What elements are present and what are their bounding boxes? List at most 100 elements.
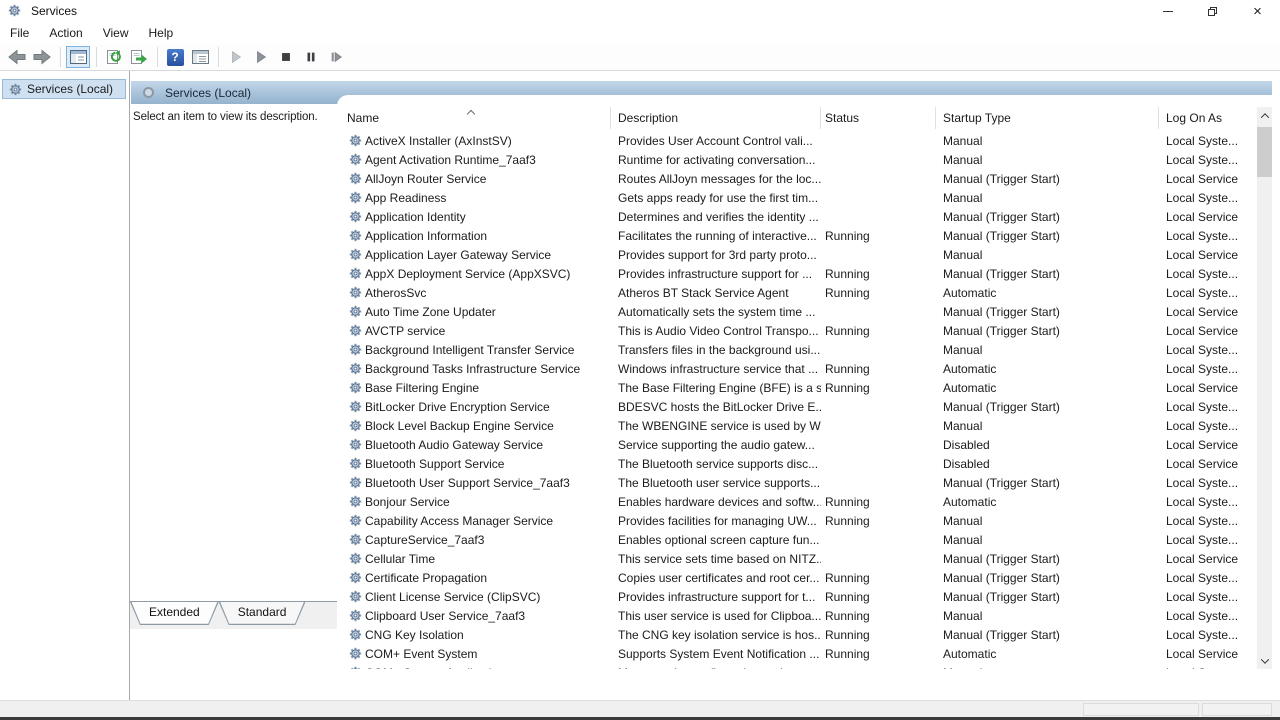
service-logon-cell: Local Syste... bbox=[1159, 590, 1257, 604]
service-row[interactable]: Bluetooth User Support Service_7aaf3 The… bbox=[337, 473, 1257, 492]
service-row[interactable]: Application Information Facilitates the … bbox=[337, 226, 1257, 245]
tab-extended[interactable]: Extended bbox=[130, 602, 219, 625]
service-gear-icon bbox=[349, 495, 362, 508]
column-header-name[interactable]: Name bbox=[337, 107, 611, 129]
menu-action[interactable]: Action bbox=[39, 24, 92, 42]
service-name-cell: AppX Deployment Service (AppXSVC) bbox=[337, 267, 611, 281]
tab-standard[interactable]: Standard bbox=[219, 602, 306, 625]
service-gear-icon bbox=[349, 590, 362, 603]
column-header-log-on-as[interactable]: Log On As bbox=[1159, 107, 1257, 129]
menu-view[interactable]: View bbox=[93, 24, 139, 42]
service-row[interactable]: Cellular Time This service sets time bas… bbox=[337, 549, 1257, 568]
service-logon-cell: Local Syste... bbox=[1159, 419, 1257, 433]
service-row[interactable]: Auto Time Zone Updater Automatically set… bbox=[337, 302, 1257, 321]
service-row[interactable]: CNG Key Isolation The CNG key isolation … bbox=[337, 625, 1257, 644]
column-header-status[interactable]: Status bbox=[821, 107, 936, 129]
service-status-cell: Running bbox=[821, 590, 936, 604]
start-service-button[interactable] bbox=[224, 46, 248, 68]
service-row[interactable]: AppX Deployment Service (AppXSVC) Provid… bbox=[337, 264, 1257, 283]
service-row[interactable]: Application Identity Determines and veri… bbox=[337, 207, 1257, 226]
service-row[interactable]: AVCTP service This is Audio Video Contro… bbox=[337, 321, 1257, 340]
service-gear-icon bbox=[349, 324, 362, 337]
service-row[interactable]: App Readiness Gets apps ready for use th… bbox=[337, 188, 1257, 207]
service-startup-type-cell: Manual (Trigger Start) bbox=[936, 628, 1159, 642]
service-row[interactable]: AtherosSvc Atheros BT Stack Service Agen… bbox=[337, 283, 1257, 302]
menu-file[interactable]: File bbox=[0, 24, 39, 42]
show-console-tree-button[interactable] bbox=[66, 46, 90, 68]
service-row[interactable]: Block Level Backup Engine Service The WB… bbox=[337, 416, 1257, 435]
service-row[interactable]: Client License Service (ClipSVC) Provide… bbox=[337, 587, 1257, 606]
service-gear-icon bbox=[349, 609, 362, 622]
services-window: Services × File Action View Help bbox=[0, 0, 1280, 720]
pause-service-button[interactable] bbox=[299, 46, 323, 68]
service-row[interactable]: COM+ System Application Manages the conf… bbox=[337, 663, 1257, 669]
stop-service-button[interactable] bbox=[274, 46, 298, 68]
service-row[interactable]: BitLocker Drive Encryption Service BDESV… bbox=[337, 397, 1257, 416]
sort-ascending-icon bbox=[468, 108, 475, 115]
service-row[interactable]: AllJoyn Router Service Routes AllJoyn me… bbox=[337, 169, 1257, 188]
service-row[interactable]: Certificate Propagation Copies user cert… bbox=[337, 568, 1257, 587]
service-gear-icon bbox=[349, 514, 362, 527]
service-name-cell: Auto Time Zone Updater bbox=[337, 305, 611, 319]
service-row[interactable]: Bluetooth Support Service The Bluetooth … bbox=[337, 454, 1257, 473]
service-row[interactable]: Agent Activation Runtime_7aaf3 Runtime f… bbox=[337, 150, 1257, 169]
service-startup-type-cell: Manual bbox=[936, 533, 1159, 547]
menu-bar: File Action View Help bbox=[0, 22, 1280, 44]
service-row[interactable]: Bonjour Service Enables hardware devices… bbox=[337, 492, 1257, 511]
toolbar: ? bbox=[0, 44, 1280, 71]
service-description-cell: The Bluetooth user service supports... bbox=[611, 476, 821, 490]
service-description-cell: Determines and verifies the identity ... bbox=[611, 210, 821, 224]
service-gear-icon bbox=[349, 305, 362, 318]
service-name-cell: ActiveX Installer (AxInstSV) bbox=[337, 134, 611, 148]
service-startup-type-cell: Manual (Trigger Start) bbox=[936, 552, 1159, 566]
service-gear-icon bbox=[349, 267, 362, 280]
service-name-cell: Background Intelligent Transfer Service bbox=[337, 343, 611, 357]
service-row[interactable]: Application Layer Gateway Service Provid… bbox=[337, 245, 1257, 264]
help-button[interactable]: ? bbox=[163, 46, 187, 68]
service-startup-type-cell: Manual (Trigger Start) bbox=[936, 571, 1159, 585]
service-startup-type-cell: Manual bbox=[936, 609, 1159, 623]
forward-button[interactable] bbox=[30, 46, 54, 68]
service-startup-type-cell: Manual bbox=[936, 666, 1159, 670]
refresh-button[interactable] bbox=[102, 46, 126, 68]
service-row[interactable]: COM+ Event System Supports System Event … bbox=[337, 644, 1257, 663]
restart-service-button[interactable] bbox=[324, 46, 348, 68]
service-name-cell: Block Level Backup Engine Service bbox=[337, 419, 611, 433]
scroll-up-button[interactable] bbox=[1257, 107, 1272, 124]
column-header-startup-type[interactable]: Startup Type bbox=[936, 107, 1159, 129]
show-action-pane-button[interactable] bbox=[188, 46, 212, 68]
service-row[interactable]: Background Tasks Infrastructure Service … bbox=[337, 359, 1257, 378]
restore-button[interactable] bbox=[1190, 0, 1235, 22]
scroll-down-button[interactable] bbox=[1257, 652, 1272, 669]
column-header-description[interactable]: Description bbox=[611, 107, 821, 129]
service-row[interactable]: CaptureService_7aaf3 Enables optional sc… bbox=[337, 530, 1257, 549]
service-row[interactable]: ActiveX Installer (AxInstSV) Provides Us… bbox=[337, 131, 1257, 150]
service-name-cell: CNG Key Isolation bbox=[337, 628, 611, 642]
tree-item-services-local[interactable]: Services (Local) bbox=[2, 79, 126, 99]
banner-ring-icon bbox=[143, 87, 154, 98]
close-button[interactable]: × bbox=[1235, 0, 1280, 22]
service-name-cell: Capability Access Manager Service bbox=[337, 514, 611, 528]
service-logon-cell: Local Service bbox=[1159, 457, 1257, 471]
export-list-button[interactable] bbox=[127, 46, 151, 68]
vertical-scrollbar[interactable] bbox=[1257, 107, 1272, 669]
play-icon bbox=[229, 50, 243, 64]
pause-icon bbox=[304, 50, 318, 64]
service-row[interactable]: Clipboard User Service_7aaf3 This user s… bbox=[337, 606, 1257, 625]
service-name-cell: AllJoyn Router Service bbox=[337, 172, 611, 186]
title-bar[interactable]: Services × bbox=[0, 0, 1280, 22]
service-gear-icon bbox=[349, 419, 362, 432]
service-gear-icon bbox=[9, 83, 22, 96]
forward-arrow-icon bbox=[33, 49, 51, 65]
menu-help[interactable]: Help bbox=[139, 24, 184, 42]
service-row[interactable]: Bluetooth Audio Gateway Service Service … bbox=[337, 435, 1257, 454]
service-gear-icon bbox=[349, 134, 362, 147]
back-button[interactable] bbox=[5, 46, 29, 68]
service-logon-cell: Local Syste... bbox=[1159, 343, 1257, 357]
scrollbar-thumb[interactable] bbox=[1257, 127, 1272, 177]
service-row[interactable]: Capability Access Manager Service Provid… bbox=[337, 511, 1257, 530]
service-row[interactable]: Background Intelligent Transfer Service … bbox=[337, 340, 1257, 359]
service-row[interactable]: Base Filtering Engine The Base Filtering… bbox=[337, 378, 1257, 397]
resume-service-button[interactable] bbox=[249, 46, 273, 68]
minimize-button[interactable] bbox=[1145, 0, 1190, 22]
